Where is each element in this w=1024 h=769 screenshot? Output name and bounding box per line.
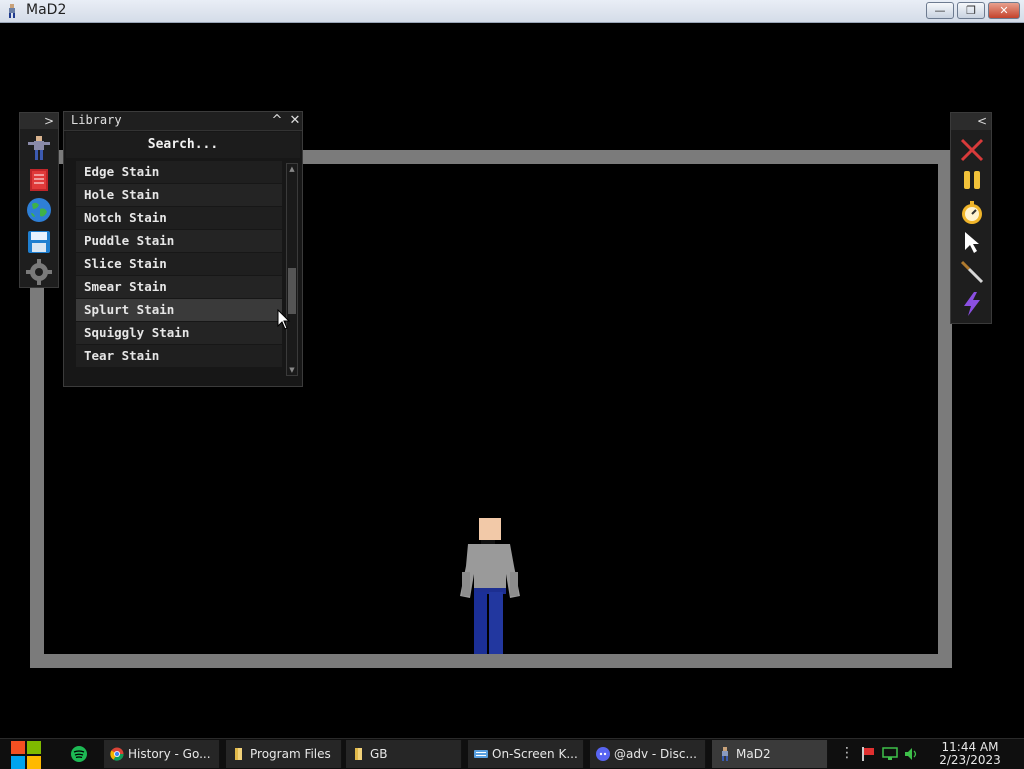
settings-gear-icon[interactable] xyxy=(26,259,52,285)
scrollbar-thumb[interactable] xyxy=(288,268,296,314)
stopwatch-icon[interactable] xyxy=(959,199,985,225)
pointer-arrow-icon[interactable] xyxy=(959,229,985,255)
window-title: MaD2 xyxy=(26,2,67,18)
tray-overflow-icon[interactable]: ⋮ xyxy=(840,746,854,760)
taskbar-item[interactable]: History - Go... xyxy=(104,740,220,768)
mad2-icon xyxy=(722,747,728,761)
knife-icon[interactable] xyxy=(959,259,985,285)
ragdoll-character[interactable] xyxy=(456,516,524,656)
taskbar-item[interactable]: @adv - Disc... xyxy=(590,740,706,768)
scroll-down-icon[interactable]: ▼ xyxy=(287,365,297,375)
library-item[interactable]: Slice Stain xyxy=(76,253,282,275)
library-header: Library ^ ✕ xyxy=(64,112,302,131)
taskbar-item[interactable]: GB xyxy=(346,740,462,768)
lightning-icon[interactable] xyxy=(959,291,985,317)
start-button-icon[interactable] xyxy=(6,741,46,769)
scroll-up-icon[interactable]: ▲ xyxy=(287,164,297,174)
taskbar-item[interactable]: On-Screen K... xyxy=(468,740,584,768)
right-toolbar: < xyxy=(950,112,992,324)
library-item[interactable]: Hole Stain xyxy=(76,184,282,206)
maximize-button[interactable]: ❐ xyxy=(957,2,985,19)
library-item[interactable]: Notch Stain xyxy=(76,207,282,229)
left-toolbar: > xyxy=(19,112,59,288)
folder-icon xyxy=(355,748,362,760)
taskbar-item-label: GB xyxy=(370,747,388,761)
library-item[interactable]: Tear Stain xyxy=(76,345,282,367)
window-titlebar: MaD2 — ❐ ✕ xyxy=(0,0,1024,23)
chrome-icon xyxy=(110,747,124,761)
minimize-button[interactable]: — xyxy=(926,2,954,19)
taskbar-item[interactable]: Program Files xyxy=(226,740,342,768)
library-item[interactable]: Squiggly Stain xyxy=(76,322,282,344)
humanoid-spawn-icon[interactable] xyxy=(26,135,52,161)
action-center-flag-icon[interactable] xyxy=(860,746,876,762)
taskbar-item-label: @adv - Disc... xyxy=(614,747,697,761)
library-search-input[interactable]: Search... xyxy=(66,132,300,158)
pause-icon[interactable] xyxy=(959,167,985,193)
mad2-app-icon xyxy=(9,4,15,18)
library-item[interactable]: Puddle Stain xyxy=(76,230,282,252)
clear-x-icon[interactable] xyxy=(959,137,985,163)
collapse-library-button[interactable]: ^ xyxy=(269,113,285,129)
expand-toolbar-button[interactable]: > xyxy=(20,113,58,129)
mouse-cursor-icon xyxy=(277,309,291,330)
taskbar-item-label: History - Go... xyxy=(128,747,211,761)
library-item[interactable]: Edge Stain xyxy=(76,161,282,183)
library-item[interactable]: Splurt Stain xyxy=(76,299,282,321)
spotify-icon[interactable] xyxy=(70,745,88,763)
network-icon[interactable] xyxy=(882,746,898,762)
clock-date: 2/23/2023 xyxy=(939,753,1001,767)
taskbar-item-label: MaD2 xyxy=(736,747,771,761)
taskbar-item[interactable]: MaD2 xyxy=(712,740,828,768)
volume-icon[interactable] xyxy=(904,746,920,762)
keyboard-icon xyxy=(474,750,488,758)
library-panel: Library ^ ✕ Search... Edge Stain Hole Sta… xyxy=(63,111,303,387)
close-library-button[interactable]: ✕ xyxy=(287,113,303,129)
notebook-icon[interactable] xyxy=(26,167,52,193)
library-item-list: Edge Stain Hole Stain Notch Stain Puddle St… xyxy=(76,161,282,373)
collapse-toolbar-button[interactable]: < xyxy=(951,113,991,130)
taskbar-item-label: Program Files xyxy=(250,747,331,761)
taskbar-item-label: On-Screen K... xyxy=(492,747,578,761)
save-disk-icon[interactable] xyxy=(26,229,52,255)
library-title: Library xyxy=(71,113,122,127)
library-scrollbar[interactable]: ▲ ▼ xyxy=(286,163,298,376)
library-item[interactable]: Smear Stain xyxy=(76,276,282,298)
taskbar: History - Go... Program Files GB On-Screen … xyxy=(0,738,1024,769)
folder-icon xyxy=(235,748,242,760)
discord-icon xyxy=(596,747,610,761)
taskbar-clock[interactable]: 11:44 AM 2/23/2023 xyxy=(930,741,1010,767)
globe-icon[interactable] xyxy=(26,197,52,223)
close-window-button[interactable]: ✕ xyxy=(988,2,1020,19)
